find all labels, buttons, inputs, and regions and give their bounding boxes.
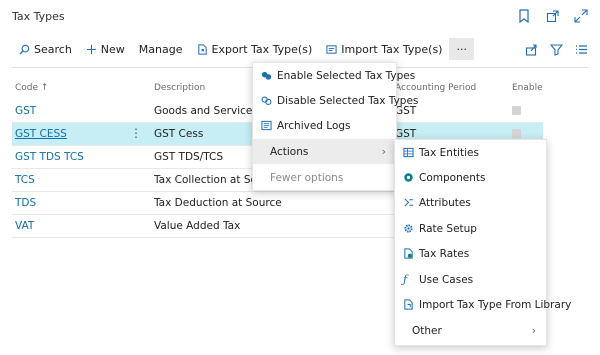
table-icon xyxy=(403,147,414,158)
submenu-item-other[interactable]: Other › xyxy=(395,318,546,343)
import-tax-types-button[interactable]: Import Tax Type(s) xyxy=(319,38,449,60)
description-cell: GST TDS/TCS xyxy=(154,151,224,163)
enable-icon xyxy=(261,71,272,80)
enable-checkbox[interactable] xyxy=(512,106,521,115)
open-new-window-icon[interactable] xyxy=(546,8,560,23)
submenu-item-import-from-library[interactable]: Import Tax Type From Library xyxy=(395,292,571,317)
export-label: Export Tax Type(s) xyxy=(211,42,313,56)
menu-item-actions[interactable]: Actions › xyxy=(253,139,396,164)
filter-icon[interactable] xyxy=(550,43,563,56)
tax-rates-icon xyxy=(404,248,413,259)
code-cell[interactable]: VAT xyxy=(15,220,34,232)
disable-icon xyxy=(261,96,272,105)
share-icon[interactable] xyxy=(525,43,538,56)
toolbar-right xyxy=(525,38,588,60)
header-icons xyxy=(518,8,588,24)
more-options-button[interactable]: ··· xyxy=(449,38,474,60)
plus-icon xyxy=(86,44,96,54)
description-cell: Value Added Tax xyxy=(154,220,241,232)
more-label: ··· xyxy=(456,42,467,56)
search-label: Search xyxy=(34,42,72,56)
components-icon xyxy=(404,173,413,182)
menu-item-label: Attributes xyxy=(419,196,471,209)
manage-button[interactable]: Manage xyxy=(132,38,190,60)
action-bar: Search New Manage Export Tax Type(s) Imp… xyxy=(0,38,600,60)
attributes-icon xyxy=(404,198,414,207)
column-header-enable[interactable]: Enable xyxy=(512,83,543,93)
manage-label: Manage xyxy=(138,42,183,56)
list-view-icon[interactable] xyxy=(575,43,588,56)
search-button[interactable]: Search xyxy=(12,38,79,60)
code-cell[interactable]: GST TDS TCS xyxy=(15,151,84,163)
menu-item-label: Tax Entities xyxy=(419,146,479,159)
menu-item-archived-logs[interactable]: Archived Logs xyxy=(253,113,396,138)
import-label: Import Tax Type(s) xyxy=(341,42,443,56)
menu-item-disable-selected[interactable]: Disable Selected Tax Types xyxy=(253,88,418,113)
export-tax-types-button[interactable]: Export Tax Type(s) xyxy=(190,38,320,60)
menu-item-label: Tax Rates xyxy=(419,247,470,260)
code-cell[interactable]: GST CESS xyxy=(15,128,67,140)
column-header-accounting-period[interactable]: Accounting Period xyxy=(395,83,476,93)
description-cell: Tax Deduction at Source xyxy=(154,197,282,209)
archive-icon xyxy=(261,120,272,131)
submenu-item-rate-setup[interactable]: Rate Setup xyxy=(395,216,546,241)
enable-checkbox[interactable] xyxy=(512,129,521,138)
menu-item-label: Actions xyxy=(270,145,309,158)
column-header-description[interactable]: Description xyxy=(154,83,205,93)
accounting-period-cell: GST xyxy=(395,105,417,117)
code-cell[interactable]: GST xyxy=(15,105,36,117)
submenu-item-use-cases[interactable]: ƒ Use Cases xyxy=(395,267,546,292)
submenu-item-attributes[interactable]: Attributes xyxy=(395,190,546,215)
column-header-code[interactable]: Code ↑ xyxy=(15,83,48,93)
bookmark-icon[interactable] xyxy=(518,8,532,24)
more-options-menu: Enable Selected Tax Types Disable Select… xyxy=(252,62,418,191)
submenu-item-tax-entities[interactable]: Tax Entities xyxy=(395,140,546,165)
search-icon xyxy=(19,44,30,55)
expand-icon[interactable] xyxy=(574,8,588,23)
actions-submenu: Tax Entities Components Attributes Rate … xyxy=(394,139,571,346)
function-icon: ƒ xyxy=(403,273,408,286)
menu-item-label: Archived Logs xyxy=(277,119,351,132)
submenu-item-tax-rates[interactable]: Tax Rates xyxy=(395,241,546,266)
chevron-right-icon: › xyxy=(531,324,536,337)
page-title: Tax Types xyxy=(12,10,65,23)
code-cell[interactable]: TDS xyxy=(15,197,36,209)
import-file-icon xyxy=(404,299,413,310)
code-cell[interactable]: TCS xyxy=(15,174,35,186)
menu-item-label: Fewer options xyxy=(270,171,344,184)
menu-item-label: Other xyxy=(412,324,442,337)
row-actions-button[interactable]: ⋮ xyxy=(130,126,142,140)
menu-item-label: Disable Selected Tax Types xyxy=(277,94,419,107)
menu-item-label: Enable Selected Tax Types xyxy=(277,69,416,82)
menu-item-label: Use Cases xyxy=(419,273,474,286)
export-file-icon xyxy=(197,43,207,55)
gear-icon xyxy=(404,224,413,233)
new-button[interactable]: New xyxy=(79,38,132,60)
new-label: New xyxy=(100,42,125,56)
menu-item-label: Rate Setup xyxy=(419,222,477,235)
submenu-item-components[interactable]: Components xyxy=(395,165,546,190)
description-cell: GST Cess xyxy=(154,128,204,140)
menu-item-enable-selected[interactable]: Enable Selected Tax Types xyxy=(253,63,415,88)
chevron-right-icon: › xyxy=(381,145,386,158)
import-icon xyxy=(326,44,337,54)
menu-item-label: Import Tax Type From Library xyxy=(419,298,572,311)
menu-item-fewer-options[interactable]: Fewer options xyxy=(253,165,396,190)
menu-item-label: Components xyxy=(419,171,486,184)
